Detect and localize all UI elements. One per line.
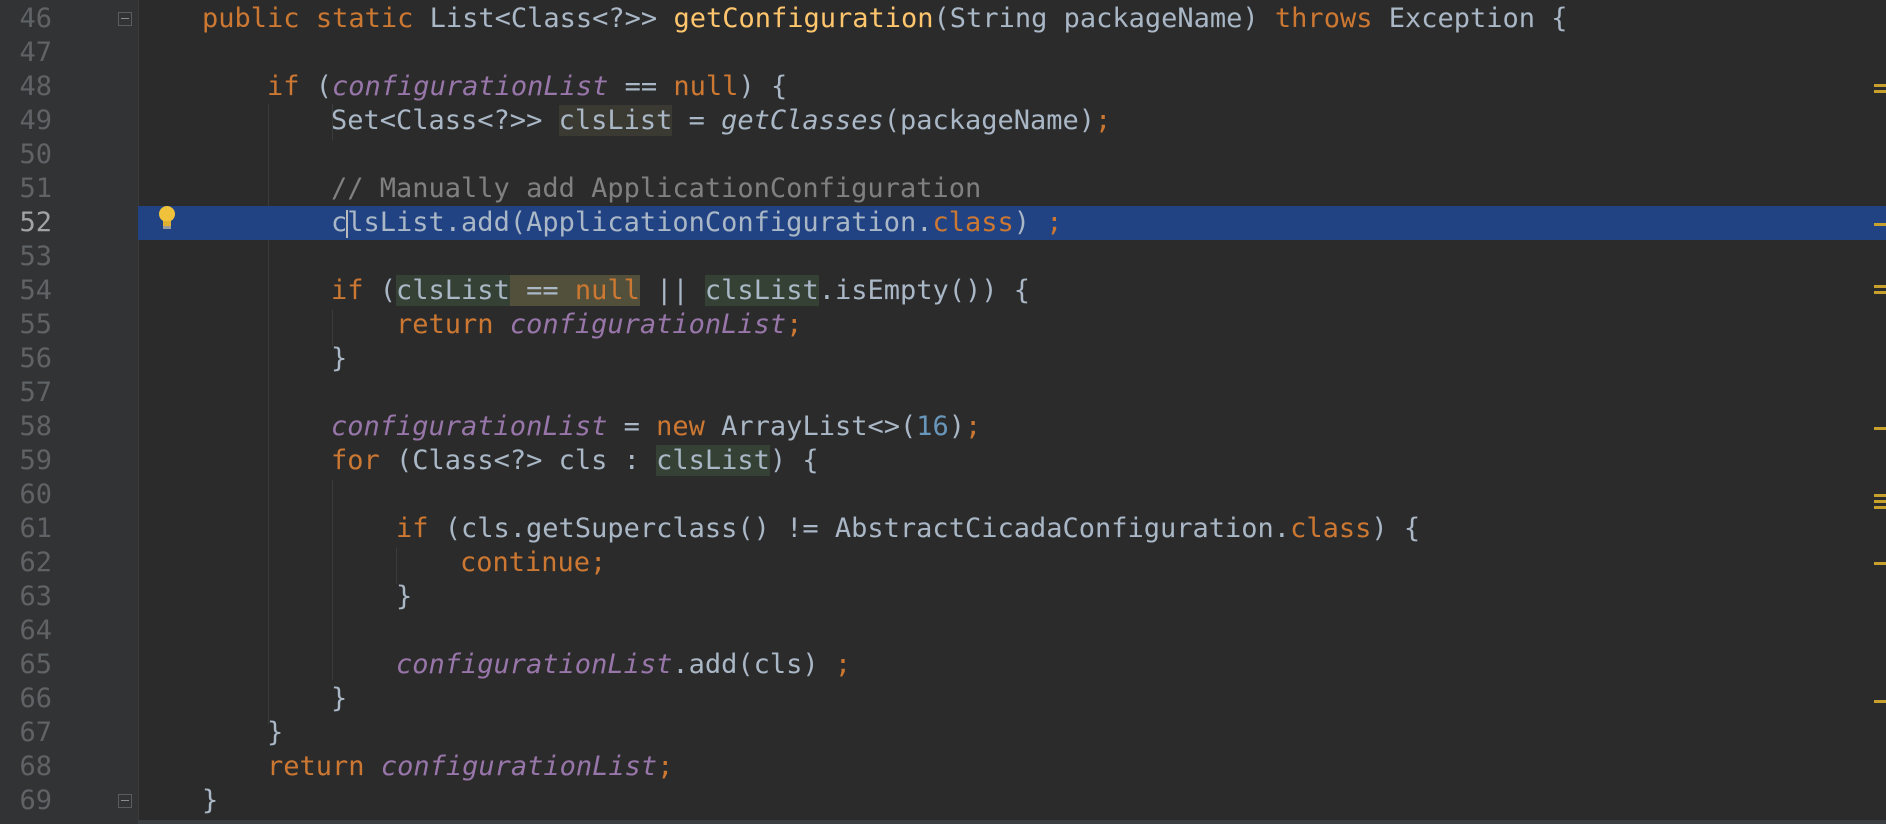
code-line[interactable]: 55 return configurationList;: [0, 308, 1886, 342]
error-stripe-marker[interactable]: [1874, 285, 1886, 288]
code-line[interactable]: 59 for (Class<?> cls : clsList) {: [0, 444, 1886, 478]
code-line[interactable]: 69 }: [0, 784, 1886, 818]
code-line[interactable]: 60: [0, 478, 1886, 512]
code-line-current[interactable]: 52 clsList.add(ApplicationConfiguration.…: [0, 206, 1886, 240]
horizontal-scrollbar[interactable]: [138, 820, 1886, 824]
code-text: }: [331, 343, 348, 374]
error-stripe-marker[interactable]: [1874, 223, 1886, 226]
line-number: 49: [19, 105, 52, 136]
code-line[interactable]: 46 public static List<Class<?>> getConfi…: [0, 2, 1886, 36]
code-text: configurationList.add(cls) ;: [396, 649, 852, 680]
line-number: 59: [19, 445, 52, 476]
fold-start-icon[interactable]: [118, 12, 132, 26]
error-stripe-marker[interactable]: [1874, 700, 1886, 703]
line-number: 65: [19, 649, 52, 680]
line-number: 66: [19, 683, 52, 714]
code-line[interactable]: 51 // Manually add ApplicationConfigurat…: [0, 172, 1886, 206]
error-stripe-marker[interactable]: [1874, 84, 1886, 87]
code-editor[interactable]: 46 public static List<Class<?>> getConfi…: [0, 0, 1886, 824]
code-line[interactable]: 49 Set<Class<?>> clsList = getClasses(pa…: [0, 104, 1886, 138]
error-stripe-marker[interactable]: [1874, 427, 1886, 430]
code-text: }: [331, 683, 348, 714]
code-line[interactable]: 47: [0, 36, 1886, 70]
line-number: 63: [19, 581, 52, 612]
code-line[interactable]: 64: [0, 614, 1886, 648]
line-number: 68: [19, 751, 52, 782]
code-text: }: [267, 717, 284, 748]
code-text: public static List<Class<?>> getConfigur…: [202, 3, 1568, 34]
line-number: 53: [19, 241, 52, 272]
fold-end-icon[interactable]: [118, 794, 132, 808]
code-text: clsList.add(ApplicationConfiguration.cla…: [331, 207, 1063, 238]
line-number: 50: [19, 139, 52, 170]
code-line[interactable]: 66 }: [0, 682, 1886, 716]
line-number: 62: [19, 547, 52, 578]
line-number: 52: [19, 207, 52, 238]
code-text: if (cls.getSuperclass() != AbstractCicad…: [396, 513, 1421, 544]
line-number: 67: [19, 717, 52, 748]
line-number: 51: [19, 173, 52, 204]
code-text: return configurationList;: [267, 751, 674, 782]
code-line[interactable]: 53: [0, 240, 1886, 274]
code-line[interactable]: 48 if (configurationList == null) {: [0, 70, 1886, 104]
error-stripe-marker[interactable]: [1874, 500, 1886, 503]
line-number: 55: [19, 309, 52, 340]
code-line[interactable]: 56 }: [0, 342, 1886, 376]
line-number: 60: [19, 479, 52, 510]
line-number: 61: [19, 513, 52, 544]
code-line[interactable]: 65 configurationList.add(cls) ;: [0, 648, 1886, 682]
code-line[interactable]: 68 return configurationList;: [0, 750, 1886, 784]
line-number: 56: [19, 343, 52, 374]
code-comment: // Manually add ApplicationConfiguration: [331, 173, 982, 204]
lightbulb-icon[interactable]: [156, 204, 178, 232]
code-line[interactable]: 63 }: [0, 580, 1886, 614]
line-number: 57: [19, 377, 52, 408]
error-stripe-marker[interactable]: [1874, 494, 1886, 497]
line-number: 47: [19, 37, 52, 68]
code-text: configurationList = new ArrayList<>(16);: [331, 411, 982, 442]
code-line[interactable]: 57: [0, 376, 1886, 410]
code-text: }: [396, 581, 413, 612]
code-text: if (configurationList == null) {: [267, 71, 788, 102]
code-text: for (Class<?> cls : clsList) {: [331, 445, 819, 476]
line-number: 69: [19, 785, 52, 816]
code-text: Set<Class<?>> clsList = getClasses(packa…: [331, 105, 1112, 136]
code-text: continue;: [460, 547, 607, 578]
line-number: 58: [19, 411, 52, 442]
error-stripe-marker[interactable]: [1874, 291, 1886, 294]
code-line[interactable]: 50: [0, 138, 1886, 172]
code-text: return configurationList;: [396, 309, 803, 340]
code-line[interactable]: 54 if (clsList == null || clsList.isEmpt…: [0, 274, 1886, 308]
code-line[interactable]: 67 }: [0, 716, 1886, 750]
error-stripe-marker[interactable]: [1874, 506, 1886, 509]
line-number: 54: [19, 275, 52, 306]
line-number: 46: [19, 3, 52, 34]
code-text: if (clsList == null || clsList.isEmpty()…: [331, 275, 1031, 306]
code-text: }: [202, 785, 219, 816]
line-number: 48: [19, 71, 52, 102]
line-number: 64: [19, 615, 52, 646]
error-stripe-marker[interactable]: [1874, 562, 1886, 565]
code-line[interactable]: 62 continue;: [0, 546, 1886, 580]
code-line[interactable]: 58 configurationList = new ArrayList<>(1…: [0, 410, 1886, 444]
error-stripe-marker[interactable]: [1874, 90, 1886, 93]
code-line[interactable]: 61 if (cls.getSuperclass() != AbstractCi…: [0, 512, 1886, 546]
